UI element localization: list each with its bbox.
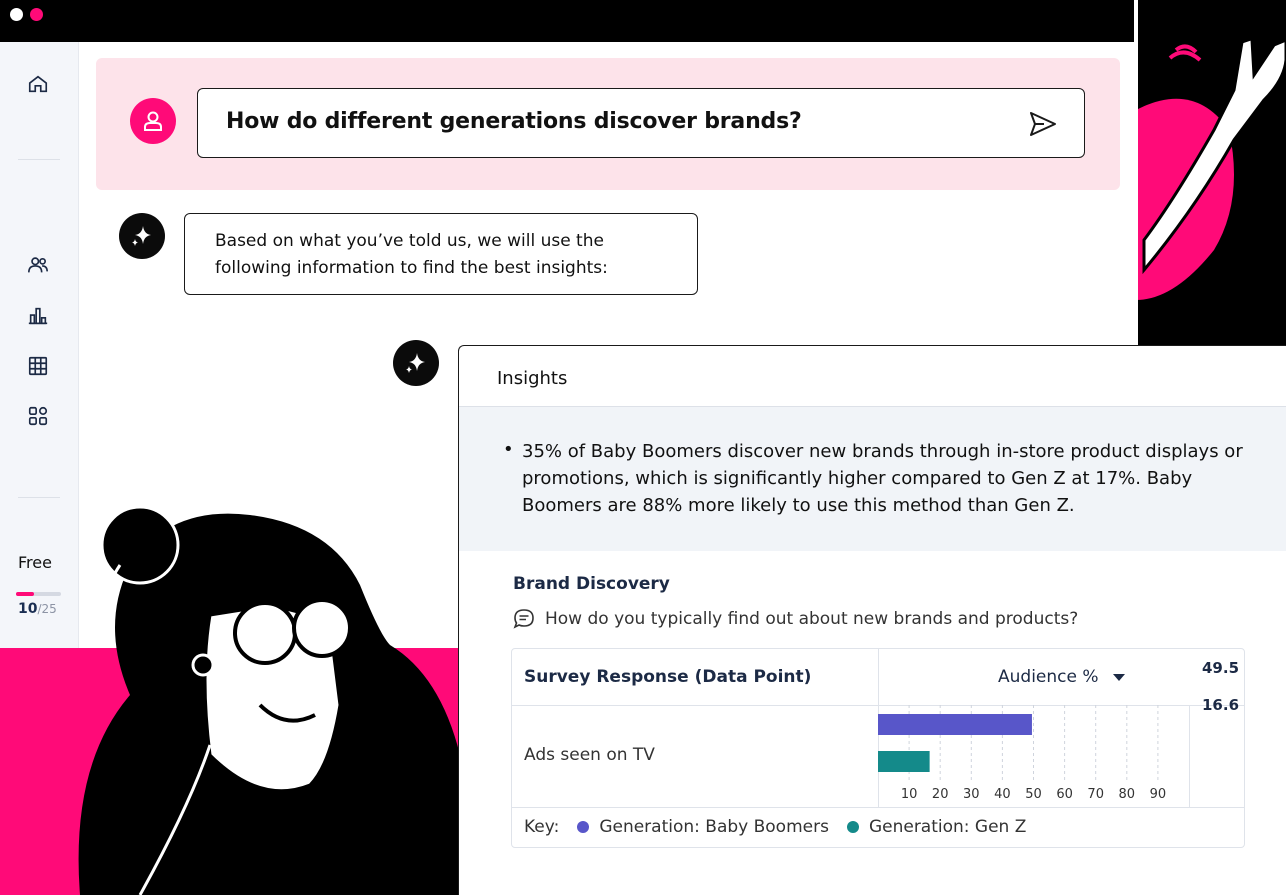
x-tick-label: 50	[1025, 787, 1042, 802]
query-area: How do different generations discover br…	[96, 58, 1120, 190]
query-input[interactable]: How do different generations discover br…	[197, 88, 1085, 158]
bot-message-line: following information to find the best i…	[215, 258, 608, 278]
waving-hand-illustration	[1134, 0, 1286, 345]
column-header-audience: Audience %	[998, 667, 1099, 687]
bar-baby-boomers[interactable]	[878, 714, 1032, 735]
value-column-divider	[1189, 705, 1190, 807]
column-header-response: Survey Response (Data Point)	[524, 667, 812, 687]
legend-swatch	[846, 821, 859, 833]
usage-progress-bar	[16, 592, 61, 596]
bot-message-line: Based on what you’ve told us, we will us…	[215, 231, 604, 251]
insight-text: 35% of Baby Boomers discover new brands …	[522, 441, 1243, 516]
survey-question: How do you typically find out about new …	[513, 608, 1078, 630]
window-dot-pink[interactable]	[30, 8, 43, 21]
row-divider	[512, 807, 1244, 808]
bar-chart-icon[interactable]	[26, 304, 50, 328]
x-tick-label: 20	[932, 787, 949, 802]
audience-sort-dropdown[interactable]: Audience %	[998, 667, 1125, 687]
speech-bubble-icon	[513, 609, 534, 629]
insights-header: Insights	[459, 346, 1286, 407]
x-tick-label: 60	[1056, 787, 1073, 802]
user-icon	[144, 111, 162, 131]
x-tick-label: 80	[1119, 787, 1136, 802]
insights-panel: Insights • 35% of Baby Boomers discover …	[458, 345, 1286, 895]
window-dot-white[interactable]	[10, 8, 23, 21]
user-avatar	[130, 98, 176, 144]
people-icon[interactable]	[26, 253, 50, 277]
plan-label: Free	[18, 553, 52, 572]
insights-title: Insights	[497, 368, 568, 389]
sparkle-icon	[406, 353, 425, 373]
woman-illustration	[78, 505, 474, 895]
data-label: 16.6	[1202, 696, 1240, 714]
row-label: Ads seen on TV	[524, 745, 655, 765]
bullet-icon: •	[503, 439, 514, 460]
legend-swatch	[577, 821, 590, 833]
usage-total: /25	[37, 602, 57, 616]
x-tick-label: 30	[963, 787, 980, 802]
legend-entry: Generation: Baby Boomers	[599, 817, 829, 837]
home-icon[interactable]	[26, 72, 50, 96]
legend-entry: Generation: Gen Z	[868, 817, 1027, 837]
x-tick-label: 10	[901, 787, 918, 802]
bot-message: Based on what you’ve told us, we will us…	[184, 213, 698, 295]
data-label: 49.5	[1202, 659, 1240, 677]
send-icon[interactable]	[1028, 109, 1058, 139]
insights-summary: • 35% of Baby Boomers discover new brand…	[459, 407, 1286, 551]
caret-down-icon	[1112, 673, 1125, 681]
table-icon[interactable]	[26, 354, 50, 378]
chart-legend: Key: Generation: Baby Boomers Generation…	[524, 817, 1026, 837]
survey-question-text: How do you typically find out about new …	[545, 609, 1079, 629]
legend-key-label: Key:	[524, 817, 560, 837]
sidebar-divider	[18, 497, 60, 498]
x-tick-label: 40	[994, 787, 1011, 802]
usage-count: 10/25	[18, 601, 57, 617]
query-text: How do different generations discover br…	[226, 109, 802, 134]
window-title-bar	[0, 0, 1134, 42]
ai-avatar	[393, 340, 439, 386]
sparkle-icon	[132, 226, 151, 246]
usage-progress-fill	[16, 592, 34, 596]
x-tick-label: 70	[1087, 787, 1104, 802]
x-tick-label: 90	[1150, 787, 1167, 802]
sidebar-divider	[18, 159, 60, 160]
bar-gen-z[interactable]	[878, 751, 930, 772]
ai-avatar	[119, 213, 165, 259]
section-title: Brand Discovery	[513, 574, 670, 594]
dashboard-icon[interactable]	[26, 404, 50, 428]
usage-used: 10	[18, 601, 38, 617]
bar-chart: 10 20 30 40 50 60 70 80 90	[878, 705, 1167, 802]
data-table: Survey Response (Data Point) Audience % …	[511, 648, 1245, 848]
